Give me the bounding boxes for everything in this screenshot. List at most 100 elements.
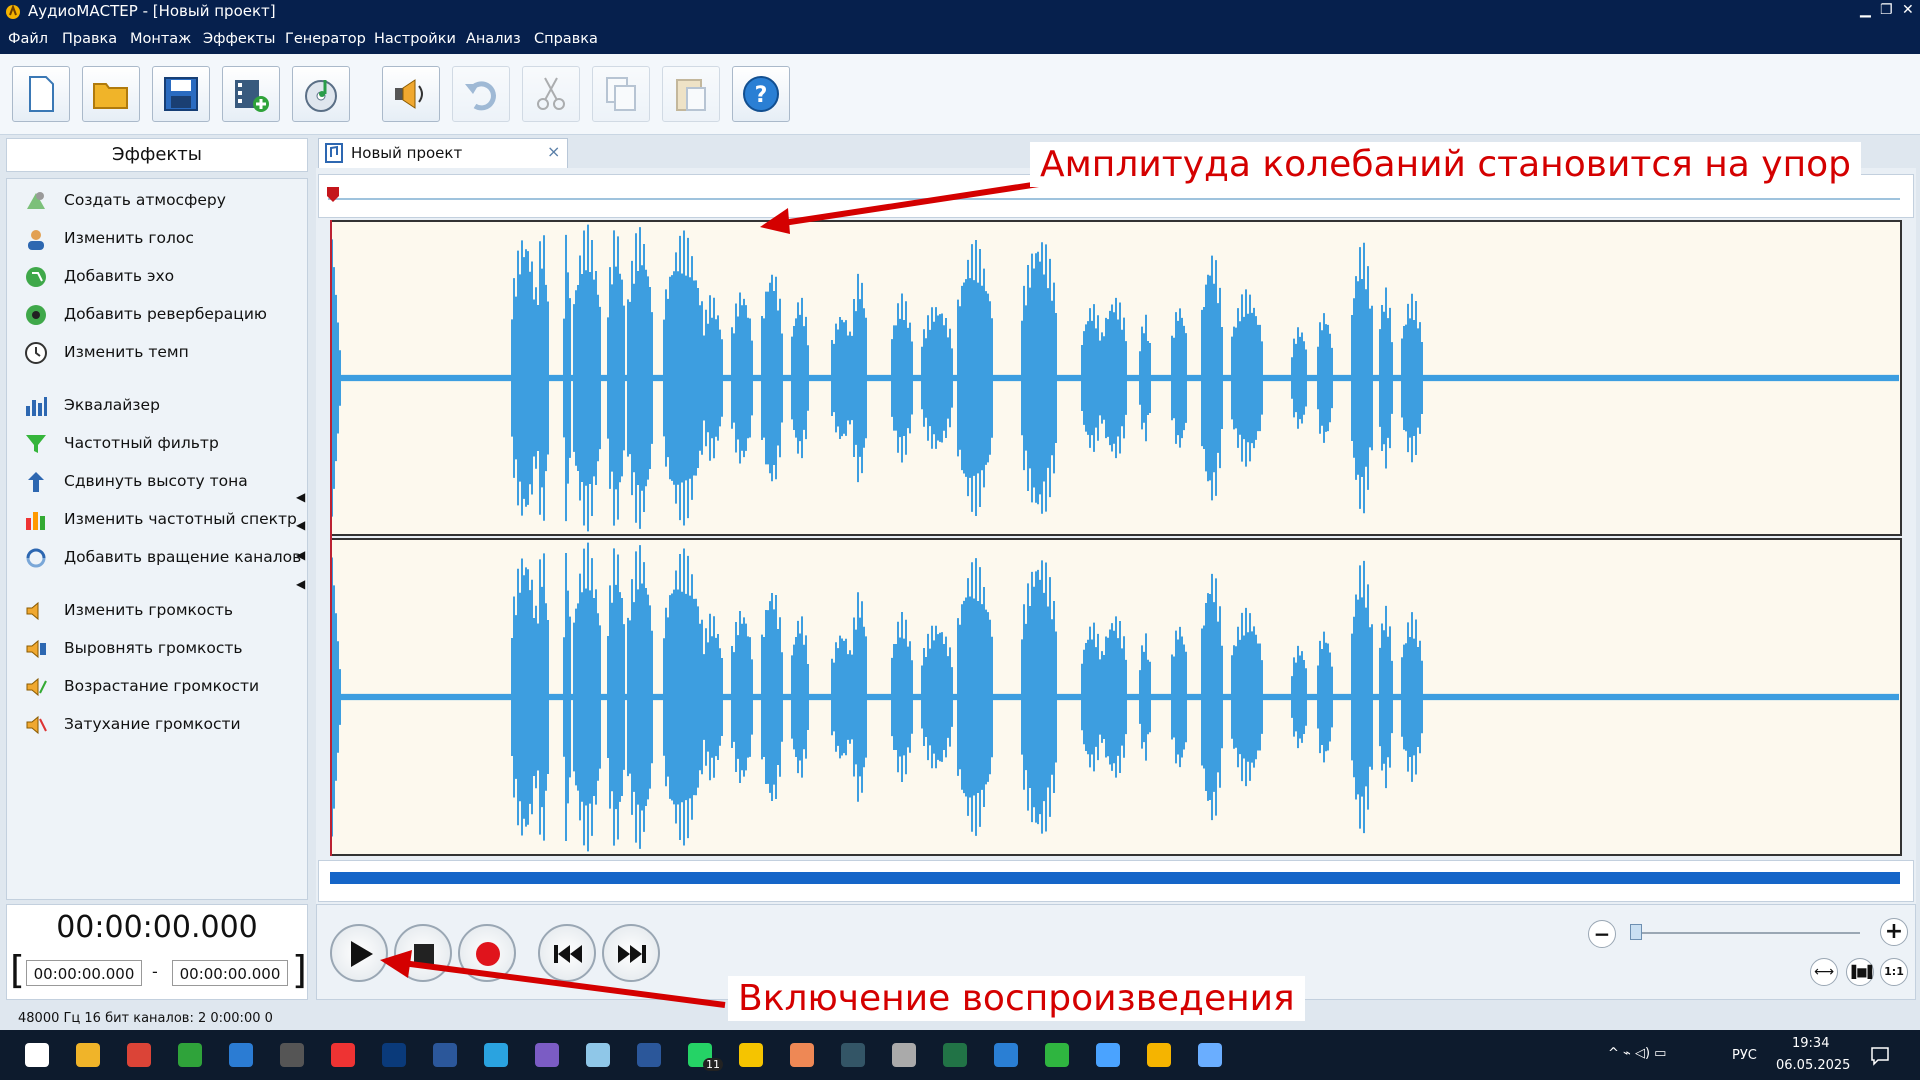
restore-icon[interactable]: ❐ — [1880, 2, 1893, 18]
effect-label: Добавить вращение каналов — [64, 548, 302, 566]
tempo-clock-icon — [25, 342, 47, 364]
zoom-slider-track[interactable] — [1630, 932, 1860, 934]
windows-start-icon[interactable] — [20, 1038, 54, 1072]
visio-icon[interactable] — [632, 1038, 666, 1072]
effects-panel-header: Эффекты — [6, 138, 308, 172]
outlook-icon[interactable] — [224, 1038, 258, 1072]
notification-icon[interactable] — [1870, 1046, 1890, 1066]
horizontal-scrollbar[interactable] — [330, 872, 1900, 884]
copy-icon — [606, 77, 636, 111]
collapse-chevron-icon[interactable]: ◀ — [296, 518, 305, 532]
remote-desktop-icon[interactable] — [1091, 1038, 1125, 1072]
annotation-arrow-top — [760, 177, 1066, 234]
calculator-icon[interactable] — [275, 1038, 309, 1072]
cd-music-button[interactable] — [292, 66, 350, 122]
toolbar — [0, 54, 1920, 135]
tab-project[interactable]: Новый проект × — [318, 138, 568, 168]
bracket-right: ] — [292, 948, 307, 992]
fade-out-icon — [26, 715, 47, 735]
fit-selection-button[interactable]: ▐■▌ — [1846, 958, 1877, 986]
menu-effects[interactable]: Эффекты — [203, 31, 276, 47]
svg-text:?: ? — [755, 83, 768, 108]
effect-label: Выровнять громкость — [64, 639, 243, 657]
notes-icon[interactable] — [581, 1038, 615, 1072]
audio-format-status: 48000 Гц 16 бит каналов: 2 0:00:00 0 — [18, 1011, 273, 1026]
viber-icon[interactable] — [530, 1038, 564, 1072]
ccleaner-icon[interactable] — [989, 1038, 1023, 1072]
photoshop-icon[interactable] — [377, 1038, 411, 1072]
equalizer-icon — [26, 397, 47, 416]
close-icon[interactable]: ✕ — [1902, 2, 1914, 18]
pen-app-icon[interactable] — [836, 1038, 870, 1072]
annotation-arrow-bottom — [380, 950, 726, 1008]
whatsapp-icon[interactable]: 11 — [683, 1038, 723, 1072]
open-folder-icon — [93, 83, 128, 109]
menu-bar: Файл Правка Монтаж Эффекты Генератор Нас… — [0, 24, 1920, 54]
effect-label: Добавить эхо — [64, 267, 175, 285]
minimize-icon[interactable]: ▁ — [1860, 2, 1871, 18]
color-app-icon[interactable] — [785, 1038, 819, 1072]
word-icon[interactable] — [428, 1038, 462, 1072]
selection-start-field[interactable]: 00:00:00.000 — [26, 960, 142, 986]
zoom-slider-thumb[interactable] — [1630, 924, 1642, 940]
paste-button[interactable] — [662, 66, 720, 122]
speaker-effect-button[interactable] — [382, 66, 440, 122]
effect-label: Изменить частотный спектр — [64, 510, 297, 528]
waveform-channel-right[interactable] — [330, 538, 1902, 856]
save-button[interactable] — [152, 66, 210, 122]
selection-end-field[interactable]: 00:00:00.000 — [172, 960, 288, 986]
whatsapp-badge: 11 — [703, 1058, 723, 1071]
menu-montage[interactable]: Монтаж — [130, 31, 191, 47]
collapse-chevron-icon[interactable]: ◀ — [296, 490, 305, 504]
waveform-channel-left[interactable] — [330, 220, 1902, 536]
clock-time[interactable]: 19:34 — [1792, 1036, 1829, 1051]
speaker-effect-icon — [395, 79, 423, 109]
fade-in-icon — [26, 677, 47, 697]
excel-icon[interactable] — [938, 1038, 972, 1072]
menu-file[interactable]: Файл — [8, 31, 48, 47]
new-file-button[interactable] — [12, 66, 70, 122]
menu-edit[interactable]: Правка — [62, 31, 117, 47]
collapse-chevron-icon[interactable]: ◀ — [296, 548, 305, 562]
menu-generator[interactable]: Генератор — [285, 31, 366, 47]
help-icon: ? — [743, 76, 779, 112]
zoom-out-button[interactable]: − — [1588, 920, 1616, 948]
audiomaster-icon[interactable] — [1142, 1038, 1176, 1072]
telegram-icon[interactable] — [479, 1038, 513, 1072]
selection-separator: - — [152, 962, 158, 981]
video-reel-icon[interactable] — [887, 1038, 921, 1072]
file-explorer-icon[interactable] — [71, 1038, 105, 1072]
undo-button[interactable] — [452, 66, 510, 122]
language-indicator[interactable]: РУС — [1732, 1048, 1757, 1063]
menu-analysis[interactable]: Анализ — [466, 31, 521, 47]
weather-icon[interactable] — [1193, 1038, 1227, 1072]
zoom-1to1-button[interactable]: 1:1 — [1880, 958, 1908, 986]
annotation-amplitude: Амплитуда колебаний становится на упор — [1030, 142, 1861, 187]
utorrent-icon[interactable] — [1040, 1038, 1074, 1072]
yandex-browser-icon[interactable] — [326, 1038, 360, 1072]
save-icon — [164, 77, 198, 111]
collapse-chevron-icon[interactable]: ◀ — [296, 577, 305, 591]
undo-icon — [465, 81, 496, 111]
chrome-icon[interactable] — [122, 1038, 156, 1072]
add-video-button[interactable] — [222, 66, 280, 122]
camtasia-icon[interactable] — [173, 1038, 207, 1072]
copy-button[interactable] — [592, 66, 650, 122]
new-file-icon — [29, 76, 54, 112]
menu-settings[interactable]: Настройки — [374, 31, 456, 47]
playhead-marker-icon[interactable] — [326, 186, 340, 202]
clock-date[interactable]: 06.05.2025 — [1776, 1058, 1850, 1073]
fit-width-button[interactable]: ⟷ — [1810, 958, 1838, 986]
open-button[interactable] — [82, 66, 140, 122]
effect-label: Сдвинуть высоту тона — [64, 472, 248, 490]
zoom-out-icon: − — [1593, 922, 1611, 946]
emoji-app-icon[interactable] — [734, 1038, 768, 1072]
paste-icon — [676, 79, 706, 111]
cut-button[interactable] — [522, 66, 580, 122]
tray-icons[interactable]: ^ ⌁ ◁) ▭ — [1608, 1046, 1666, 1061]
menu-help[interactable]: Справка — [534, 31, 598, 47]
tab-close-icon[interactable]: × — [547, 142, 560, 161]
zoom-in-button[interactable]: + — [1880, 918, 1908, 946]
effects-list — [6, 178, 308, 900]
help-button[interactable]: ? — [732, 66, 790, 122]
